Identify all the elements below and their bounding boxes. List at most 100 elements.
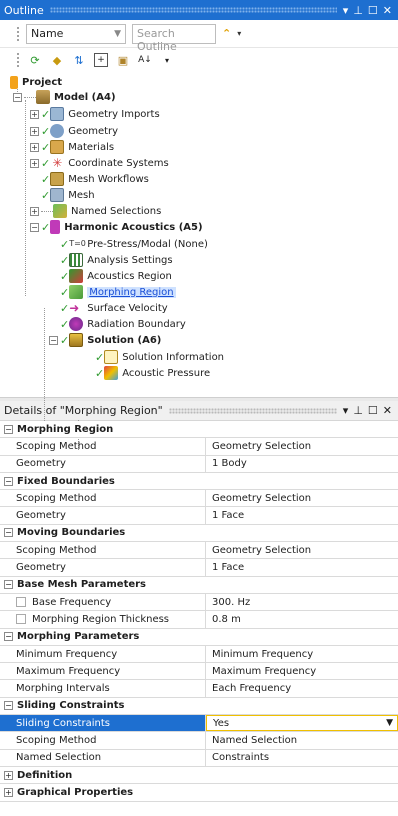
property-row[interactable]: Scoping Method Geometry Selection	[0, 542, 398, 560]
tree-node-mesh-workflows[interactable]: ✓ Mesh Workflows	[41, 171, 149, 187]
tree-node-surface-velocity[interactable]: ✓ ➜ Surface Velocity	[60, 300, 168, 316]
panel-menu-icon[interactable]: ▾	[343, 4, 349, 17]
tree-node-mesh[interactable]: ✓ Mesh	[41, 187, 95, 203]
restore-icon[interactable]: ☐	[368, 4, 378, 17]
property-value-select[interactable]: Yes ▼	[206, 715, 398, 732]
collapse-toggle[interactable]: −	[4, 528, 13, 538]
section-header[interactable]: − Moving Boundaries	[0, 524, 398, 543]
tree-node-solution[interactable]: − ✓ Solution (A6)	[49, 332, 161, 348]
property-row[interactable]: Geometry 1 Face	[0, 507, 398, 525]
tree-node-analysis-settings[interactable]: ✓ Analysis Settings	[60, 252, 173, 268]
expand-all-icon[interactable]: +	[94, 53, 108, 67]
property-row[interactable]: Scoping Method Named Selection	[0, 732, 398, 750]
collapse-toggle[interactable]: −	[4, 424, 13, 434]
property-row[interactable]: Morphing Region Thickness 0.8 m	[0, 611, 398, 629]
expand-toggle[interactable]: +	[30, 158, 39, 168]
section-header[interactable]: + Definition	[0, 766, 398, 785]
tree-node-model[interactable]: − Model (A4)	[13, 89, 116, 105]
panel-menu-icon[interactable]: ▾	[343, 404, 349, 417]
expand-toggle[interactable]: +	[30, 126, 39, 136]
property-value[interactable]: Constraints	[206, 750, 398, 766]
collapse-toggle[interactable]: −	[4, 580, 13, 590]
property-value[interactable]: Geometry Selection	[206, 542, 398, 558]
expand-toggle[interactable]: +	[30, 109, 39, 119]
collapse-toggle[interactable]: −	[13, 92, 22, 102]
section-header[interactable]: + Graphical Properties	[0, 784, 398, 802]
section-header[interactable]: − Morphing Region	[0, 421, 398, 439]
property-value[interactable]: Geometry Selection	[206, 490, 398, 506]
property-key-label: Maximum Frequency	[16, 665, 121, 677]
tree-node-acoustic-pressure[interactable]: ✓ Acoustic Pressure	[95, 365, 210, 381]
tree-node-acoustics-region[interactable]: ✓ Acoustics Region	[60, 268, 172, 284]
property-row[interactable]: Geometry 1 Body	[0, 455, 398, 473]
section-header[interactable]: − Fixed Boundaries	[0, 472, 398, 491]
tree-node-materials[interactable]: + ✓ Materials	[30, 139, 114, 155]
collapse-toggle[interactable]: −	[4, 476, 13, 486]
collapse-toggle[interactable]: −	[4, 632, 13, 642]
refresh-icon[interactable]: ⟳	[28, 53, 42, 67]
collapse-toggle[interactable]: −	[49, 335, 58, 345]
property-value[interactable]: Named Selection	[206, 732, 398, 748]
tree-node-geometry-imports[interactable]: + ✓ Geometry Imports	[30, 106, 160, 122]
property-row[interactable]: Geometry 1 Face	[0, 559, 398, 577]
property-row[interactable]: Sliding Constraints Yes ▼	[0, 715, 398, 733]
search-up-icon[interactable]: ⌃	[222, 27, 231, 40]
sort-icon[interactable]: ⇅	[72, 53, 86, 67]
close-icon[interactable]: ✕	[383, 404, 392, 417]
property-row[interactable]: Base Frequency 300. Hz	[0, 593, 398, 612]
property-row[interactable]: Minimum Frequency Minimum Frequency	[0, 645, 398, 664]
search-input[interactable]: Search Outline	[132, 23, 216, 53]
search-options-icon[interactable]: ▾	[237, 29, 241, 38]
property-value[interactable]: Minimum Frequency	[206, 646, 398, 662]
property-value[interactable]: 1 Face	[206, 507, 398, 523]
tree-node-radiation-boundary[interactable]: ✓ Radiation Boundary	[60, 316, 186, 332]
tree-node-morphing-region[interactable]: ✓ Morphing Region	[60, 284, 176, 300]
more-options-icon[interactable]: ▾	[160, 53, 174, 67]
property-value[interactable]: 300. Hz	[206, 594, 398, 610]
property-row[interactable]: Named Selection Constraints	[0, 749, 398, 767]
tree-node-prestress[interactable]: ✓ T=0 Pre-Stress/Modal (None)	[60, 236, 208, 252]
pin-icon[interactable]: ⊥	[353, 4, 363, 17]
tree-node-project[interactable]: Project	[10, 74, 62, 90]
section-header[interactable]: − Morphing Parameters	[0, 628, 398, 646]
property-key-label: Base Frequency	[32, 596, 112, 608]
collapse-toggle[interactable]: −	[30, 222, 39, 232]
property-row[interactable]: Morphing Intervals Each Frequency	[0, 680, 398, 698]
tree-node-named-selections[interactable]: + Named Selections	[30, 203, 161, 219]
parameter-checkbox[interactable]	[16, 614, 26, 625]
pin-icon[interactable]: ⊥	[353, 404, 363, 417]
outline-title-bar[interactable]: Outline ▾ ⊥ ☐ ✕	[0, 0, 398, 20]
filter-select[interactable]: Name ▼	[26, 23, 126, 44]
check-icon: ✓	[60, 285, 70, 299]
expand-toggle[interactable]: +	[30, 142, 39, 152]
section-header[interactable]: − Sliding Constraints	[0, 697, 398, 716]
tree-node-geometry[interactable]: + ✓ Geometry	[30, 123, 118, 139]
property-value[interactable]: 0.8 m	[206, 611, 398, 627]
sort-alpha-icon[interactable]: A↓	[138, 53, 152, 67]
details-title-bar[interactable]: Details of "Morphing Region" ▾ ⊥ ☐ ✕	[0, 401, 398, 421]
property-row[interactable]: Maximum Frequency Maximum Frequency	[0, 663, 398, 681]
property-value[interactable]: Each Frequency	[206, 680, 398, 696]
expand-toggle[interactable]: +	[4, 787, 13, 797]
collapse-toggle[interactable]: −	[4, 701, 13, 711]
property-row[interactable]: Scoping Method Geometry Selection	[0, 490, 398, 508]
expand-toggle[interactable]: +	[4, 770, 13, 780]
tag-icon[interactable]: ◆	[50, 53, 64, 67]
property-value-label: Geometry Selection	[212, 440, 312, 452]
chevron-down-icon[interactable]: ▼	[386, 718, 393, 728]
tree-node-harmonic-acoustics[interactable]: − ✓ Harmonic Acoustics (A5)	[30, 219, 203, 235]
property-value[interactable]: 1 Face	[206, 559, 398, 575]
parameter-checkbox[interactable]	[16, 597, 26, 608]
tree-node-coordinate-systems[interactable]: + ✓ ✳ Coordinate Systems	[30, 155, 169, 171]
property-value[interactable]: Maximum Frequency	[206, 663, 398, 679]
collapse-icon[interactable]: ▣	[116, 53, 130, 67]
restore-icon[interactable]: ☐	[368, 404, 378, 417]
geometry-icon	[50, 124, 65, 138]
property-value[interactable]: 1 Body	[206, 456, 398, 472]
tree-node-solution-information[interactable]: ✓ Solution Information	[95, 349, 224, 365]
expand-toggle[interactable]: +	[30, 206, 39, 216]
close-icon[interactable]: ✕	[383, 4, 392, 17]
section-header[interactable]: − Base Mesh Parameters	[0, 576, 398, 594]
property-value[interactable]: Geometry Selection	[206, 438, 398, 454]
property-row[interactable]: Scoping Method Geometry Selection	[0, 438, 398, 456]
